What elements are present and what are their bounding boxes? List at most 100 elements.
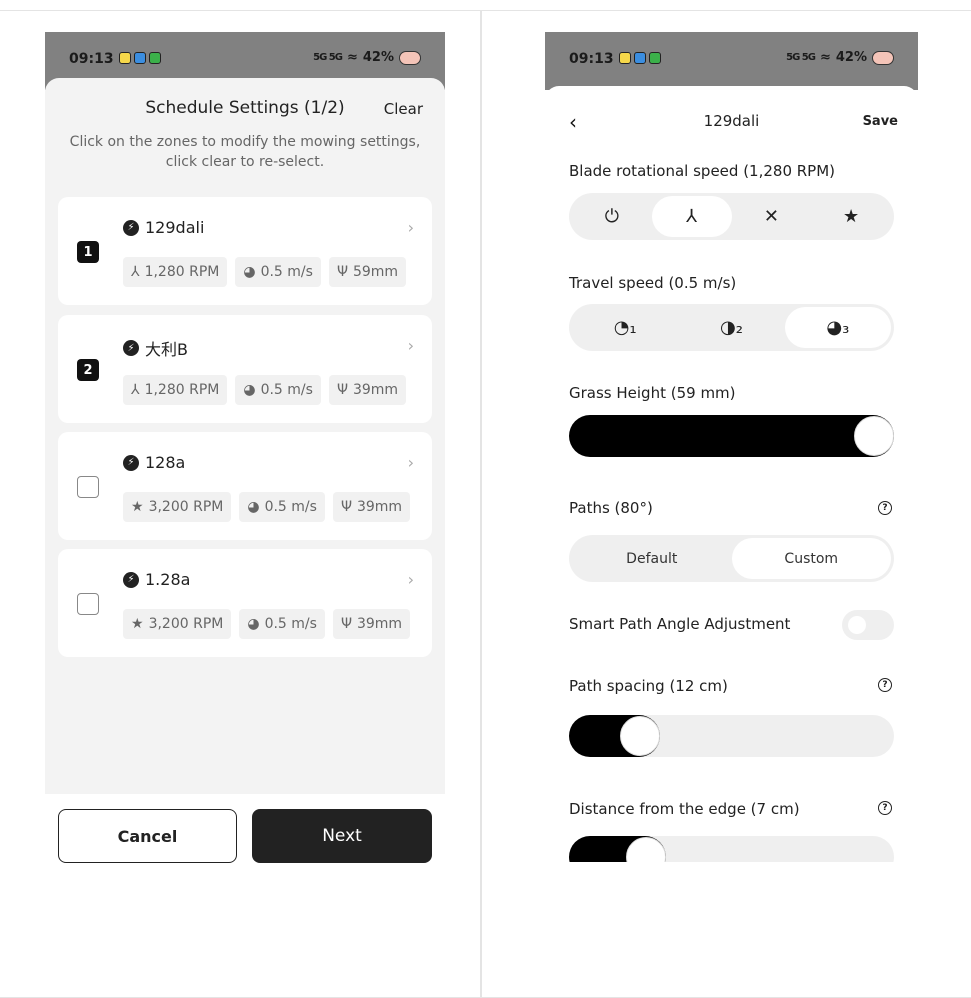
signal-icon: 5G 5G [786,52,816,63]
rpm-chip: ★ 3,200 RPM [123,609,232,639]
height-value: 39mm [356,499,403,515]
blade-four-icon: ✕ [763,206,779,227]
height-chip: Ψ 39mm [332,609,411,639]
slider-fill [569,415,894,457]
status-time: 09:13 [569,51,614,67]
zone-settings-screen: ‹ 129dali Save Blade rotational speed (1… [545,86,918,862]
zone-checkbox[interactable] [77,593,99,615]
bolt-icon: ⚡ [123,454,139,471]
grass-icon: Ψ [340,499,352,515]
paths-label: Paths (80°) [569,499,653,517]
speedometer-1-icon: ◔₁ [613,317,637,338]
paths-custom-option[interactable]: Custom [731,538,891,579]
zone-checkbox[interactable]: 2 [77,359,99,381]
zone-settings-chips: ⅄ 1,280 RPM ◕ 0.5 m/s Ψ 59mm [123,257,407,287]
blade-three-icon: ⅄ [686,206,698,227]
clear-button[interactable]: Clear [384,100,423,118]
battery-text: 42% [835,50,867,65]
zone-name: 129dali [145,218,205,237]
grass-height-label: Grass Height (59 mm) [569,384,736,402]
paths-default-option[interactable]: Default [572,538,732,579]
height-chip: Ψ 39mm [332,492,411,522]
bolt-icon: ⚡ [123,219,139,236]
rpm-value: 3,200 RPM [148,499,224,515]
height-chip: Ψ 59mm [328,257,407,287]
blade-icon: ★ [131,499,144,515]
paths-default-label: Default [626,550,678,567]
smart-path-label: Smart Path Angle Adjustment [569,615,791,633]
speed-chip: ◕ 0.5 m/s [239,609,325,639]
header: Schedule Settings (1/2) Clear [45,98,445,122]
chevron-right-icon[interactable]: › [408,453,414,472]
zone-card[interactable]: 1 ⚡ 129dali › ⅄ 1,280 RPM ◕ 0.5 m/s Ψ 59mm [58,197,432,305]
wifi-icon: ≈ [819,50,831,65]
speed-value: 0.5 m/s [260,382,313,398]
rpm-value: 1,280 RPM [144,264,220,280]
status-bar: 09:13 5G 5G ≈ 42% [545,32,918,90]
height-value: 59mm [352,264,399,280]
power-icon: ⏻ [604,206,619,227]
help-icon[interactable]: ? [878,801,892,815]
speed-value: 0.5 m/s [260,264,313,280]
blade-speed-selector: ⏻ ⅄ ✕ ★ [569,193,894,240]
path-spacing-slider[interactable] [569,715,894,757]
speedometer-icon: ◕ [247,616,260,632]
travel-speed-label: Travel speed (0.5 m/s) [569,274,737,292]
zone-settings-chips: ★ 3,200 RPM ◕ 0.5 m/s Ψ 39mm [123,609,411,639]
speed-chip: ◕ 0.5 m/s [235,257,321,287]
zone-card[interactable]: ⚡ 128a › ★ 3,200 RPM ◕ 0.5 m/s Ψ 39mm [58,432,432,540]
rpm-chip: ⅄ 1,280 RPM [123,375,228,405]
chevron-right-icon[interactable]: › [408,336,414,355]
chevron-right-icon[interactable]: › [408,218,414,237]
blade-speed-3-option[interactable]: ★ [811,196,891,237]
smart-path-toggle[interactable] [842,610,894,640]
zone-card[interactable]: ⚡ 1.28a › ★ 3,200 RPM ◕ 0.5 m/s Ψ 39mm [58,549,432,657]
speed-value: 0.5 m/s [264,616,317,632]
slider-knob[interactable] [854,416,894,456]
rpm-chip: ⅄ 1,280 RPM [123,257,228,287]
blade-icon: ⅄ [131,382,140,398]
grass-icon: Ψ [336,382,348,398]
app-notification-icon [149,52,161,64]
help-icon[interactable]: ? [878,678,892,692]
speed-chip: ◕ 0.5 m/s [239,492,325,522]
chevron-right-icon[interactable]: › [408,570,414,589]
rpm-value: 1,280 RPM [144,382,220,398]
travel-speed-1-option[interactable]: ◔₁ [572,307,678,348]
grass-icon: Ψ [336,264,348,280]
status-indicators: 5G 5G ≈ 42% [313,50,421,65]
edge-distance-label: Distance from the edge (7 cm) [569,800,800,818]
travel-speed-3-option[interactable]: ◕₃ [784,307,891,348]
zone-checkbox[interactable]: 1 [77,241,99,263]
help-icon[interactable]: ? [878,501,892,515]
zone-name-row: ⚡ 大利B [123,336,188,360]
zone-settings-chips: ⅄ 1,280 RPM ◕ 0.5 m/s Ψ 39mm [123,375,407,405]
next-button[interactable]: Next [252,809,432,863]
blade-speed-2-option[interactable]: ✕ [732,196,812,237]
travel-speed-selector: ◔₁ ◑₂ ◕₃ [569,304,894,351]
speed-value: 0.5 m/s [264,499,317,515]
save-button[interactable]: Save [863,114,898,129]
zone-checkbox[interactable] [77,476,99,498]
instructions-text: Click on the zones to modify the mowing … [69,134,421,170]
zone-settings-chips: ★ 3,200 RPM ◕ 0.5 m/s Ψ 39mm [123,492,411,522]
cloud-icon [399,50,421,65]
zone-name: 128a [145,453,186,472]
zone-name-row: ⚡ 128a [123,453,185,472]
travel-speed-2-option[interactable]: ◑₂ [678,307,784,348]
grass-height-slider[interactable] [569,415,894,457]
zone-name: 1.28a [145,570,191,589]
status-indicators: 5G 5G ≈ 42% [786,50,894,65]
blade-five-icon: ★ [843,206,860,227]
zone-card[interactable]: 2 ⚡ 大利B › ⅄ 1,280 RPM ◕ 0.5 m/s Ψ 39mm [58,315,432,423]
bolt-icon: ⚡ [123,340,139,356]
blade-speed-1-option[interactable]: ⅄ [651,196,732,237]
blade-off-option[interactable]: ⏻ [572,196,652,237]
height-value: 39mm [356,616,403,632]
battery-text: 42% [362,50,394,65]
edge-distance-slider[interactable] [569,836,894,862]
speed-chip: ◕ 0.5 m/s [235,375,321,405]
cancel-button[interactable]: Cancel [58,809,237,863]
paths-selector: Default Custom [569,535,894,582]
height-value: 39mm [352,382,399,398]
